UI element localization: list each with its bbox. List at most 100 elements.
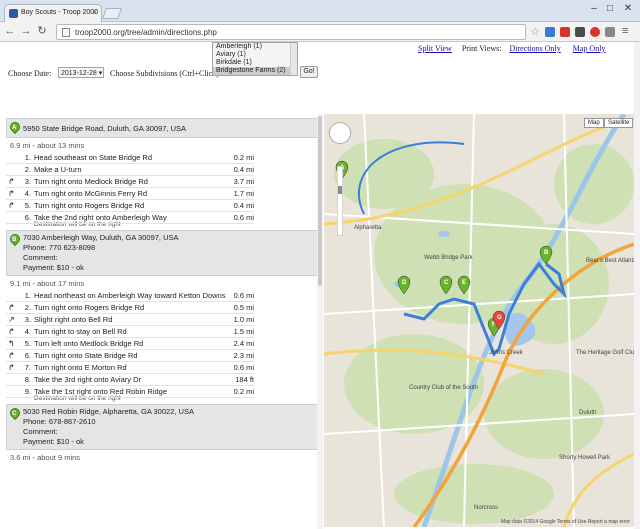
step-text: Slight right onto Bell Rd [34,315,113,324]
subdivision-option[interactable]: Birkdale (1) [213,59,297,67]
extension-icon[interactable] [545,27,555,37]
step-distance: 2.4 mi [233,339,254,348]
map-type-map-button[interactable]: Map [584,118,604,128]
tab-title: Boy Scouts - Troop 2000 [21,9,99,16]
page-icon [62,28,70,37]
map-type-satellite-button[interactable]: Satellite [604,118,634,128]
step-distance: 1.0 mi [233,315,254,324]
subdivision-option[interactable]: Aviary (1) [213,51,297,59]
split-view-link[interactable]: Split View [418,44,452,53]
direction-step[interactable]: 1. Head northeast on Amberleigh Way towar… [6,290,254,302]
scrollbar-thumb[interactable] [318,116,322,286]
turn-right-icon: ↱ [8,327,15,336]
step-number: 6. [24,213,31,222]
step-number: 7. [24,363,31,372]
step-number: 3. [24,177,31,186]
stop-address: 5030 Red Robin Ridge, Alpharetta, GA 300… [23,407,194,416]
stop-phone: Phone: 770 623-8098 [23,243,96,252]
menu-icon[interactable]: ≡ [622,25,628,37]
direction-step[interactable]: 8. Take the 3rd right onto Aviary Dr 184 f… [6,374,254,386]
turn-right-icon: ↱ [8,351,15,360]
leg-summary: 6.9 mi - about 13 mins [10,141,85,150]
direction-step[interactable]: ↰ 5. Turn left onto Medlock Bridge Rd 2.4 m… [6,338,254,350]
map-label: Webb Bridge Park [424,255,474,261]
directions-only-link[interactable]: Directions Only [509,44,560,53]
maximize-icon[interactable]: □ [604,3,616,14]
direction-step[interactable]: 1. Head southeast on State Bridge Rd 0.2 m… [6,152,254,164]
map-label: Shorty Howell Park [559,455,611,461]
reload-icon[interactable]: ↻ [36,25,48,37]
step-text: Turn right onto State Bridge Rd [34,351,138,360]
turn-right-icon: ↱ [8,201,15,210]
direction-step[interactable]: ↱ 2. Turn right onto Rogers Bridge Rd 0.5 m… [6,302,254,314]
direction-step[interactable]: 2. Make a U-turn 0.4 mi [6,164,254,176]
step-distance: 0.6 mi [233,291,254,300]
stop-block: A 5950 State Bridge Road, Duluth, GA 3009… [6,118,318,138]
direction-step[interactable]: ↱ 3. Turn right onto Medlock Bridge Rd 3.7 … [6,176,254,188]
bookmark-star-icon[interactable]: ☆ [530,25,540,38]
step-text: Turn right onto Medlock Bridge Rd [34,177,148,186]
map-canvas[interactable]: Alpharetta Webb Bridge Park Country Club o… [324,114,634,527]
step-text: Take the 2nd right onto Amberleigh Way [34,213,167,222]
stop-block: C 5030 Red Robin Ridge, Alpharetta, GA 30… [6,404,318,450]
step-distance: 184 ft [235,375,254,384]
map-label: The Heritage Golf Club [576,350,634,356]
date-select[interactable]: 2013-12-28 ▾ [58,67,104,78]
extension-icon[interactable] [605,27,615,37]
step-distance: 1.7 mi [233,189,254,198]
map-panel[interactable]: Alpharetta Webb Bridge Park Country Club o… [324,114,634,527]
map-attribution: Map data ©2014 Google Terms of Use Repor… [501,519,630,525]
direction-step[interactable]: ↗ 3. Slight right onto Bell Rd 1.0 mi [6,314,254,326]
listbox-scrollbar[interactable] [290,43,297,75]
page-scrollbar[interactable] [634,42,640,529]
directions-scrollbar[interactable] [317,114,323,529]
direction-step[interactable]: 9. Take the 1st right onto Red Robin Ridg… [6,386,254,398]
svg-text:C: C [444,280,449,286]
step-distance: 0.4 mi [233,165,254,174]
step-text: Take the 1st right onto Red Robin Ridge [34,387,167,396]
browser-tab[interactable]: Boy Scouts - Troop 2000 × [4,4,102,22]
step-text: Turn right onto McGinnis Ferry Rd [34,189,148,198]
zoom-control[interactable] [337,166,343,236]
window-close-icon[interactable]: ✕ [622,3,634,14]
go-button[interactable]: Go! [300,66,318,78]
address-bar[interactable]: troop2000.org/tree/admin/directions.php [56,24,526,40]
back-icon[interactable]: ← [4,25,16,37]
direction-step[interactable]: ↱ 6. Turn right onto State Bridge Rd 2.3 mi [6,350,254,362]
turn-right-icon: ↱ [8,177,15,186]
step-text: Turn right onto Rogers Bridge Rd [34,303,145,312]
extension-icon[interactable] [560,27,570,37]
direction-step[interactable]: ↱ 4. Turn right to stay on Bell Rd 1.5 mi [6,326,254,338]
leg-summary: 9.1 mi - about 17 mins [10,279,85,288]
direction-step[interactable]: ↱ 4. Turn right onto McGinnis Ferry Rd 1.7 … [6,188,254,200]
step-number: 2. [24,303,31,312]
map-only-link[interactable]: Map Only [573,44,606,53]
direction-step[interactable]: ↱ 5. Turn right onto Rogers Bridge Rd 0.4 m… [6,200,254,212]
browser-toolbar: ← → ↻ troop2000.org/tree/admin/direction… [0,22,640,42]
stop-block: B 7030 Amberleigh Way, Duluth, GA 30097, … [6,230,318,276]
minimize-icon[interactable]: – [588,3,600,14]
subdivisions-label: Choose Subdivisions (Ctrl+Click): [110,69,222,78]
pan-control-icon[interactable] [329,122,351,144]
extension-icon[interactable] [575,27,585,37]
url-text: troop2000.org/tree/admin/directions.php [75,28,217,37]
stop-address: 5950 State Bridge Road, Duluth, GA 30097… [23,124,187,133]
subdivisions-listbox[interactable]: Amberleigh (1) Aviary (1) Birkdale (1) Brid… [212,42,298,76]
step-distance: 0.6 mi [233,363,254,372]
subdivision-option[interactable]: Bridgestone Farms (2) [213,67,297,75]
direction-step[interactable]: ↱ 7. Turn right onto E Morton Rd 0.6 mi [6,362,254,374]
tab-close-icon[interactable]: × [92,8,97,17]
stop-payment: Payment: $10 - ok [23,437,84,446]
turn-right-icon: ↱ [8,303,15,312]
map-label: Country Club of the South [409,385,478,391]
favicon-icon [9,9,18,18]
step-distance: 3.7 mi [233,177,254,186]
new-tab-button[interactable] [101,8,123,19]
subdivision-option[interactable]: Amberleigh (1) [213,43,297,51]
extension-icon[interactable] [590,27,600,37]
direction-step[interactable]: 6. Take the 2nd right onto Amberleigh Way… [6,212,254,224]
step-number: 5. [24,339,31,348]
forward-icon[interactable]: → [20,25,32,37]
step-number: 1. [24,291,31,300]
turn-left-icon: ↰ [8,339,15,348]
